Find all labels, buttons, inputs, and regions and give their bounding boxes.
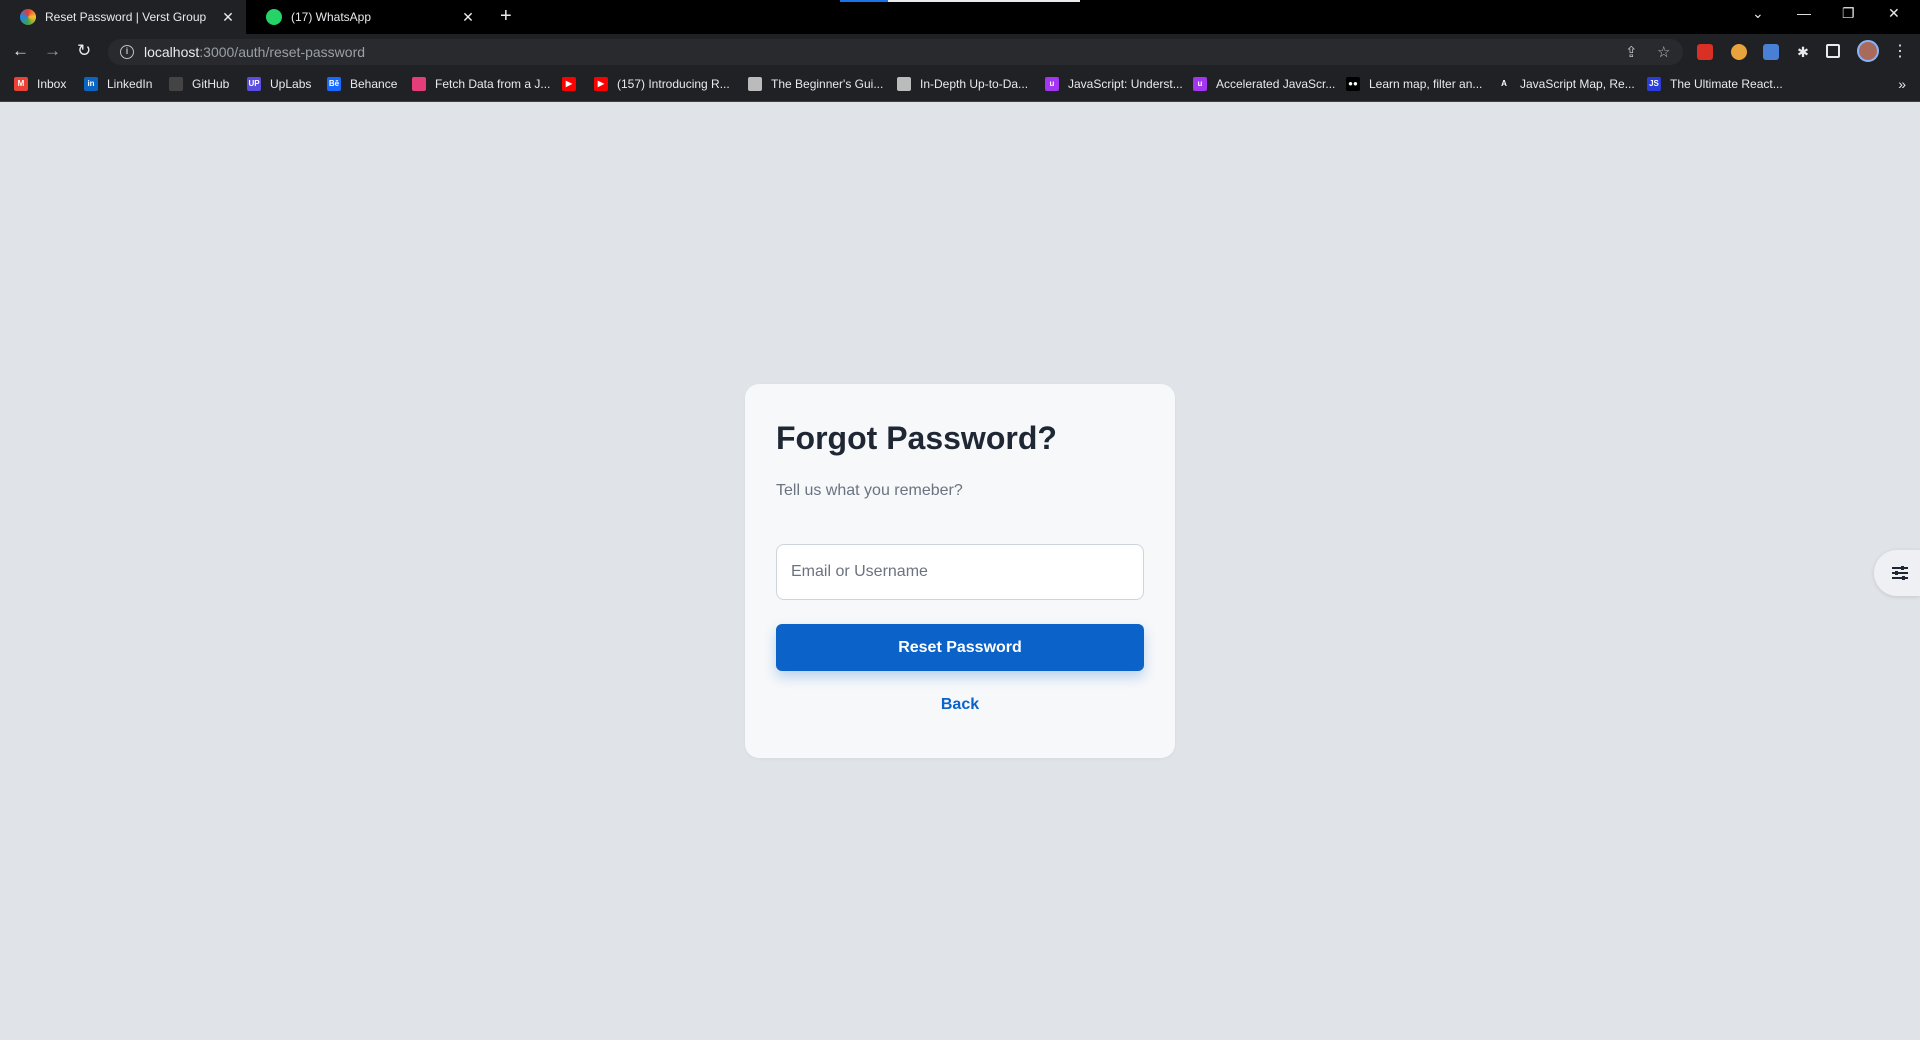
bookmark-item[interactable]: JS The Ultimate React... xyxy=(1647,77,1783,91)
medium-icon: ●● xyxy=(1346,77,1360,91)
back-arrow-icon[interactable]: ← xyxy=(12,41,29,61)
uplabs-icon: UP xyxy=(247,77,261,91)
bookmark-label: In-Depth Up-to-Da... xyxy=(920,77,1029,91)
bookmark-label: The Ultimate React... xyxy=(1670,77,1783,91)
linkedin-icon: in xyxy=(84,77,98,91)
url-path: :3000/auth/reset-password xyxy=(199,44,366,60)
extension-translate-icon[interactable] xyxy=(1763,44,1779,60)
reload-icon[interactable]: ↻ xyxy=(77,41,91,61)
js-icon: JS xyxy=(1647,77,1661,91)
bookmark-label: Fetch Data from a J... xyxy=(435,77,551,91)
tab-close-icon[interactable]: ✕ xyxy=(460,9,476,26)
site-info-icon[interactable]: i xyxy=(120,45,134,59)
reset-password-button[interactable]: Reset Password xyxy=(776,624,1144,671)
github-icon xyxy=(169,77,183,91)
extension-pdf-icon[interactable] xyxy=(1697,44,1713,60)
tab-reset-password[interactable]: Reset Password | Verst Group ✕ xyxy=(0,0,246,34)
tab-close-icon[interactable]: ✕ xyxy=(220,9,236,26)
profile-avatar[interactable] xyxy=(1857,40,1879,62)
tab-whatsapp[interactable]: (17) WhatsApp ✕ xyxy=(246,0,486,34)
bookmark-label: JavaScript: Underst... xyxy=(1068,77,1183,91)
share-icon[interactable]: ⇪ xyxy=(1625,43,1638,61)
extension-cookie-icon[interactable] xyxy=(1731,44,1747,60)
bookmark-item[interactable]: In-Depth Up-to-Da... xyxy=(897,77,1028,91)
bookmark-item[interactable]: GitHub xyxy=(169,77,229,91)
page-title: Forgot Password? xyxy=(776,420,1057,456)
bookmark-item[interactable]: u JavaScript: Underst... xyxy=(1045,77,1183,91)
bookmark-item[interactable]: u Accelerated JavaScr... xyxy=(1193,77,1335,91)
extensions-puzzle-icon[interactable]: ✱ xyxy=(1795,44,1811,60)
back-link[interactable]: Back xyxy=(745,696,1175,714)
behance-icon: Bē xyxy=(327,77,341,91)
tab-title: Reset Password | Verst Group xyxy=(45,10,207,24)
close-window-button[interactable]: ✕ xyxy=(1888,5,1900,22)
side-panel-icon[interactable] xyxy=(1826,44,1840,58)
sliders-icon xyxy=(1892,566,1908,580)
verst-favicon-icon xyxy=(20,9,36,25)
bookmark-star-icon[interactable]: ☆ xyxy=(1657,43,1670,61)
bookmark-item[interactable]: The Beginner's Gui... xyxy=(748,77,883,91)
page-subtitle: Tell us what you remeber? xyxy=(776,482,963,499)
udemy-icon: u xyxy=(1045,77,1059,91)
email-username-input[interactable] xyxy=(776,544,1144,600)
tab-title: (17) WhatsApp xyxy=(291,10,372,24)
bookmark-label: Accelerated JavaScr... xyxy=(1216,77,1336,91)
bookmark-label: The Beginner's Gui... xyxy=(771,77,884,91)
page-background: Forgot Password? Tell us what you remebe… xyxy=(0,102,1920,1040)
bookmark-label: GitHub xyxy=(192,77,230,91)
browser-menu-icon[interactable]: ⋮ xyxy=(1892,41,1908,61)
bookmark-item[interactable]: ▶ xyxy=(562,77,585,91)
youtube-icon: ▶ xyxy=(562,77,576,91)
bookmark-item[interactable]: M Inbox xyxy=(14,77,66,91)
tab-search-icon[interactable]: ⌄ xyxy=(1752,5,1764,22)
udemy-icon: u xyxy=(1193,77,1207,91)
bookmark-item[interactable]: in LinkedIn xyxy=(84,77,152,91)
bookmark-item[interactable]: Fetch Data from a J... xyxy=(412,77,550,91)
bookmarks-more-icon[interactable]: » xyxy=(1898,76,1906,92)
restore-button[interactable]: ❐ xyxy=(1842,5,1855,22)
address-bar[interactable]: i localhost :3000/auth/reset-password xyxy=(108,39,1683,65)
tab-strip: Reset Password | Verst Group ✕ (17) What… xyxy=(0,0,1920,34)
url-host: localhost xyxy=(144,44,200,60)
bookmarks-bar: » M Inbox in LinkedIn GitHub UP UpLabs Bē Behanc… xyxy=(0,68,1920,102)
bookmark-item[interactable]: ●● Learn map, filter an... xyxy=(1346,77,1482,91)
whatsapp-favicon-icon xyxy=(266,9,282,25)
bookmark-label: (157) Introducing R... xyxy=(617,77,730,91)
forward-arrow-icon[interactable]: → xyxy=(44,41,61,61)
bookmark-label: Inbox xyxy=(37,77,67,91)
youtube-icon: ▶ xyxy=(594,77,608,91)
bookmark-label: UpLabs xyxy=(270,77,312,91)
bookmark-label: JavaScript Map, Re... xyxy=(1520,77,1635,91)
reset-password-card: Forgot Password? Tell us what you remebe… xyxy=(745,384,1175,758)
tab-hover-indicator-accent xyxy=(840,0,888,2)
bookmark-item[interactable]: UP UpLabs xyxy=(247,77,311,91)
bookmark-label: Learn map, filter an... xyxy=(1369,77,1483,91)
bookmark-item[interactable]: ▶ (157) Introducing R... xyxy=(594,77,730,91)
settings-drawer-button[interactable] xyxy=(1874,550,1920,596)
bookmark-item[interactable]: Bē Behance xyxy=(327,77,397,91)
bookmark-label: LinkedIn xyxy=(107,77,153,91)
bookmark-label: Behance xyxy=(350,77,398,91)
angular-icon: A xyxy=(1497,77,1511,91)
minimize-button[interactable]: — xyxy=(1797,5,1811,21)
new-tab-button[interactable]: + xyxy=(500,6,512,26)
gmail-icon: M xyxy=(14,77,28,91)
circle-icon xyxy=(412,77,426,91)
bookmark-item[interactable]: A JavaScript Map, Re... xyxy=(1497,77,1635,91)
ghost-icon xyxy=(748,77,762,91)
ghost-icon xyxy=(897,77,911,91)
